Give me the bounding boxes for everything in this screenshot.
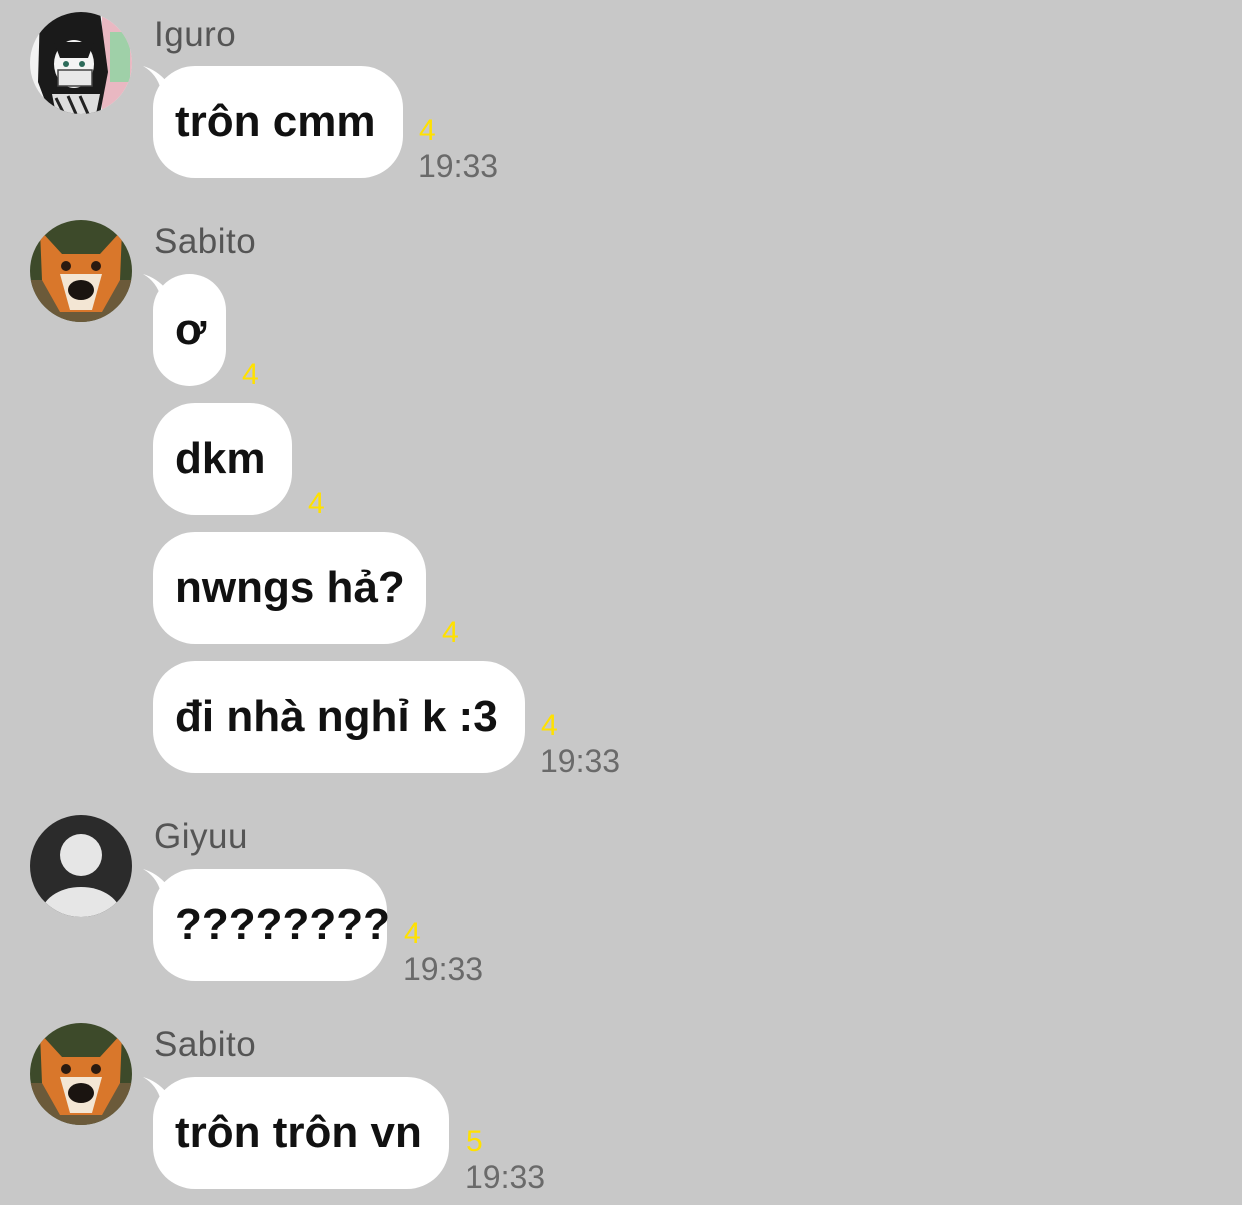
sender-name: Sabito xyxy=(154,222,257,261)
message-time: 19:33 xyxy=(465,1159,546,1195)
message-bubble[interactable]: trôn cmm xyxy=(153,66,403,178)
unread-count: 4 xyxy=(442,616,459,649)
message-bubble[interactable]: trôn trôn vn xyxy=(153,1077,449,1189)
sender-name: Giyuu xyxy=(154,817,248,856)
avatar-image xyxy=(30,1023,132,1125)
message-time: 19:33 xyxy=(418,148,499,184)
unread-count: 5 xyxy=(466,1125,483,1158)
message-time: 19:33 xyxy=(540,743,621,779)
sender-name: Sabito xyxy=(154,1025,257,1064)
sender-name: Iguro xyxy=(154,15,237,54)
unread-count: 4 xyxy=(242,358,259,391)
message-bubble[interactable]: ???????? xyxy=(153,869,390,981)
avatar-image xyxy=(30,12,132,114)
message-time: 19:33 xyxy=(403,951,484,987)
default-user-icon xyxy=(30,815,132,917)
message-bubble[interactable]: đi nhà nghỉ k :3 xyxy=(153,661,525,773)
avatar-image xyxy=(30,220,132,322)
unread-count: 4 xyxy=(541,709,558,742)
message-bubble[interactable]: nwngs hả? xyxy=(153,532,426,644)
unread-count: 4 xyxy=(404,917,421,950)
message-bubble[interactable]: ơ xyxy=(153,274,226,386)
avatar-giyuu[interactable] xyxy=(30,815,132,917)
message-bubble[interactable]: dkm xyxy=(153,403,292,515)
avatar-iguro[interactable] xyxy=(30,12,132,114)
avatar-sabito[interactable] xyxy=(30,1023,132,1125)
avatar-sabito[interactable] xyxy=(30,220,132,322)
unread-count: 4 xyxy=(419,114,436,147)
unread-count: 4 xyxy=(308,487,325,520)
